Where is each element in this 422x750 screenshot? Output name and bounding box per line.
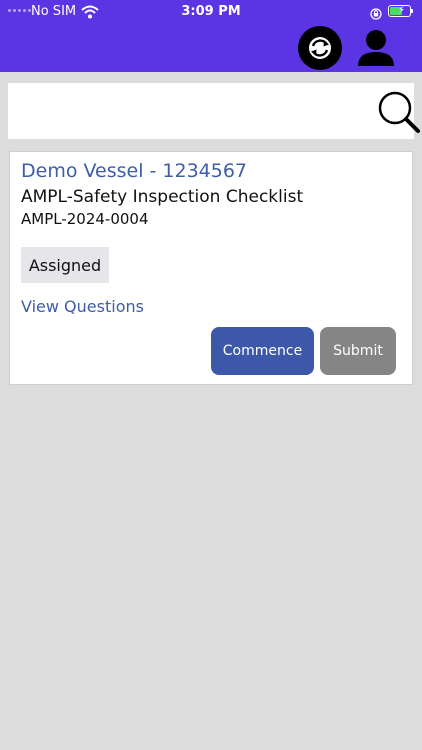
view-questions-link[interactable]: View Questions xyxy=(21,297,144,316)
checklist-card: Demo Vessel - 1234567 AMPL-Safety Inspec… xyxy=(9,151,413,385)
status-time: 3:09 PM xyxy=(181,4,241,19)
search-icon[interactable] xyxy=(376,89,422,135)
search-bar xyxy=(8,83,420,139)
checklist-name: AMPL-Safety Inspection Checklist xyxy=(21,187,304,207)
battery-icon: ⚡ xyxy=(388,5,413,17)
rotation-lock-icon xyxy=(370,5,382,24)
status-badge: Assigned xyxy=(21,247,109,283)
user-icon xyxy=(358,30,394,66)
vessel-title[interactable]: Demo Vessel - 1234567 xyxy=(21,160,247,182)
sync-icon xyxy=(309,37,331,59)
status-bar: No SIM 3:09 PM ⚡ xyxy=(0,0,422,24)
top-bar: No SIM 3:09 PM ⚡ xyxy=(0,0,422,72)
checklist-reference: AMPL-2024-0004 xyxy=(21,210,149,228)
commence-button[interactable]: Commence xyxy=(211,327,314,375)
search-input[interactable] xyxy=(18,91,367,133)
submit-button[interactable]: Submit xyxy=(320,327,396,375)
profile-button[interactable] xyxy=(354,26,398,70)
sync-button[interactable] xyxy=(298,26,342,70)
